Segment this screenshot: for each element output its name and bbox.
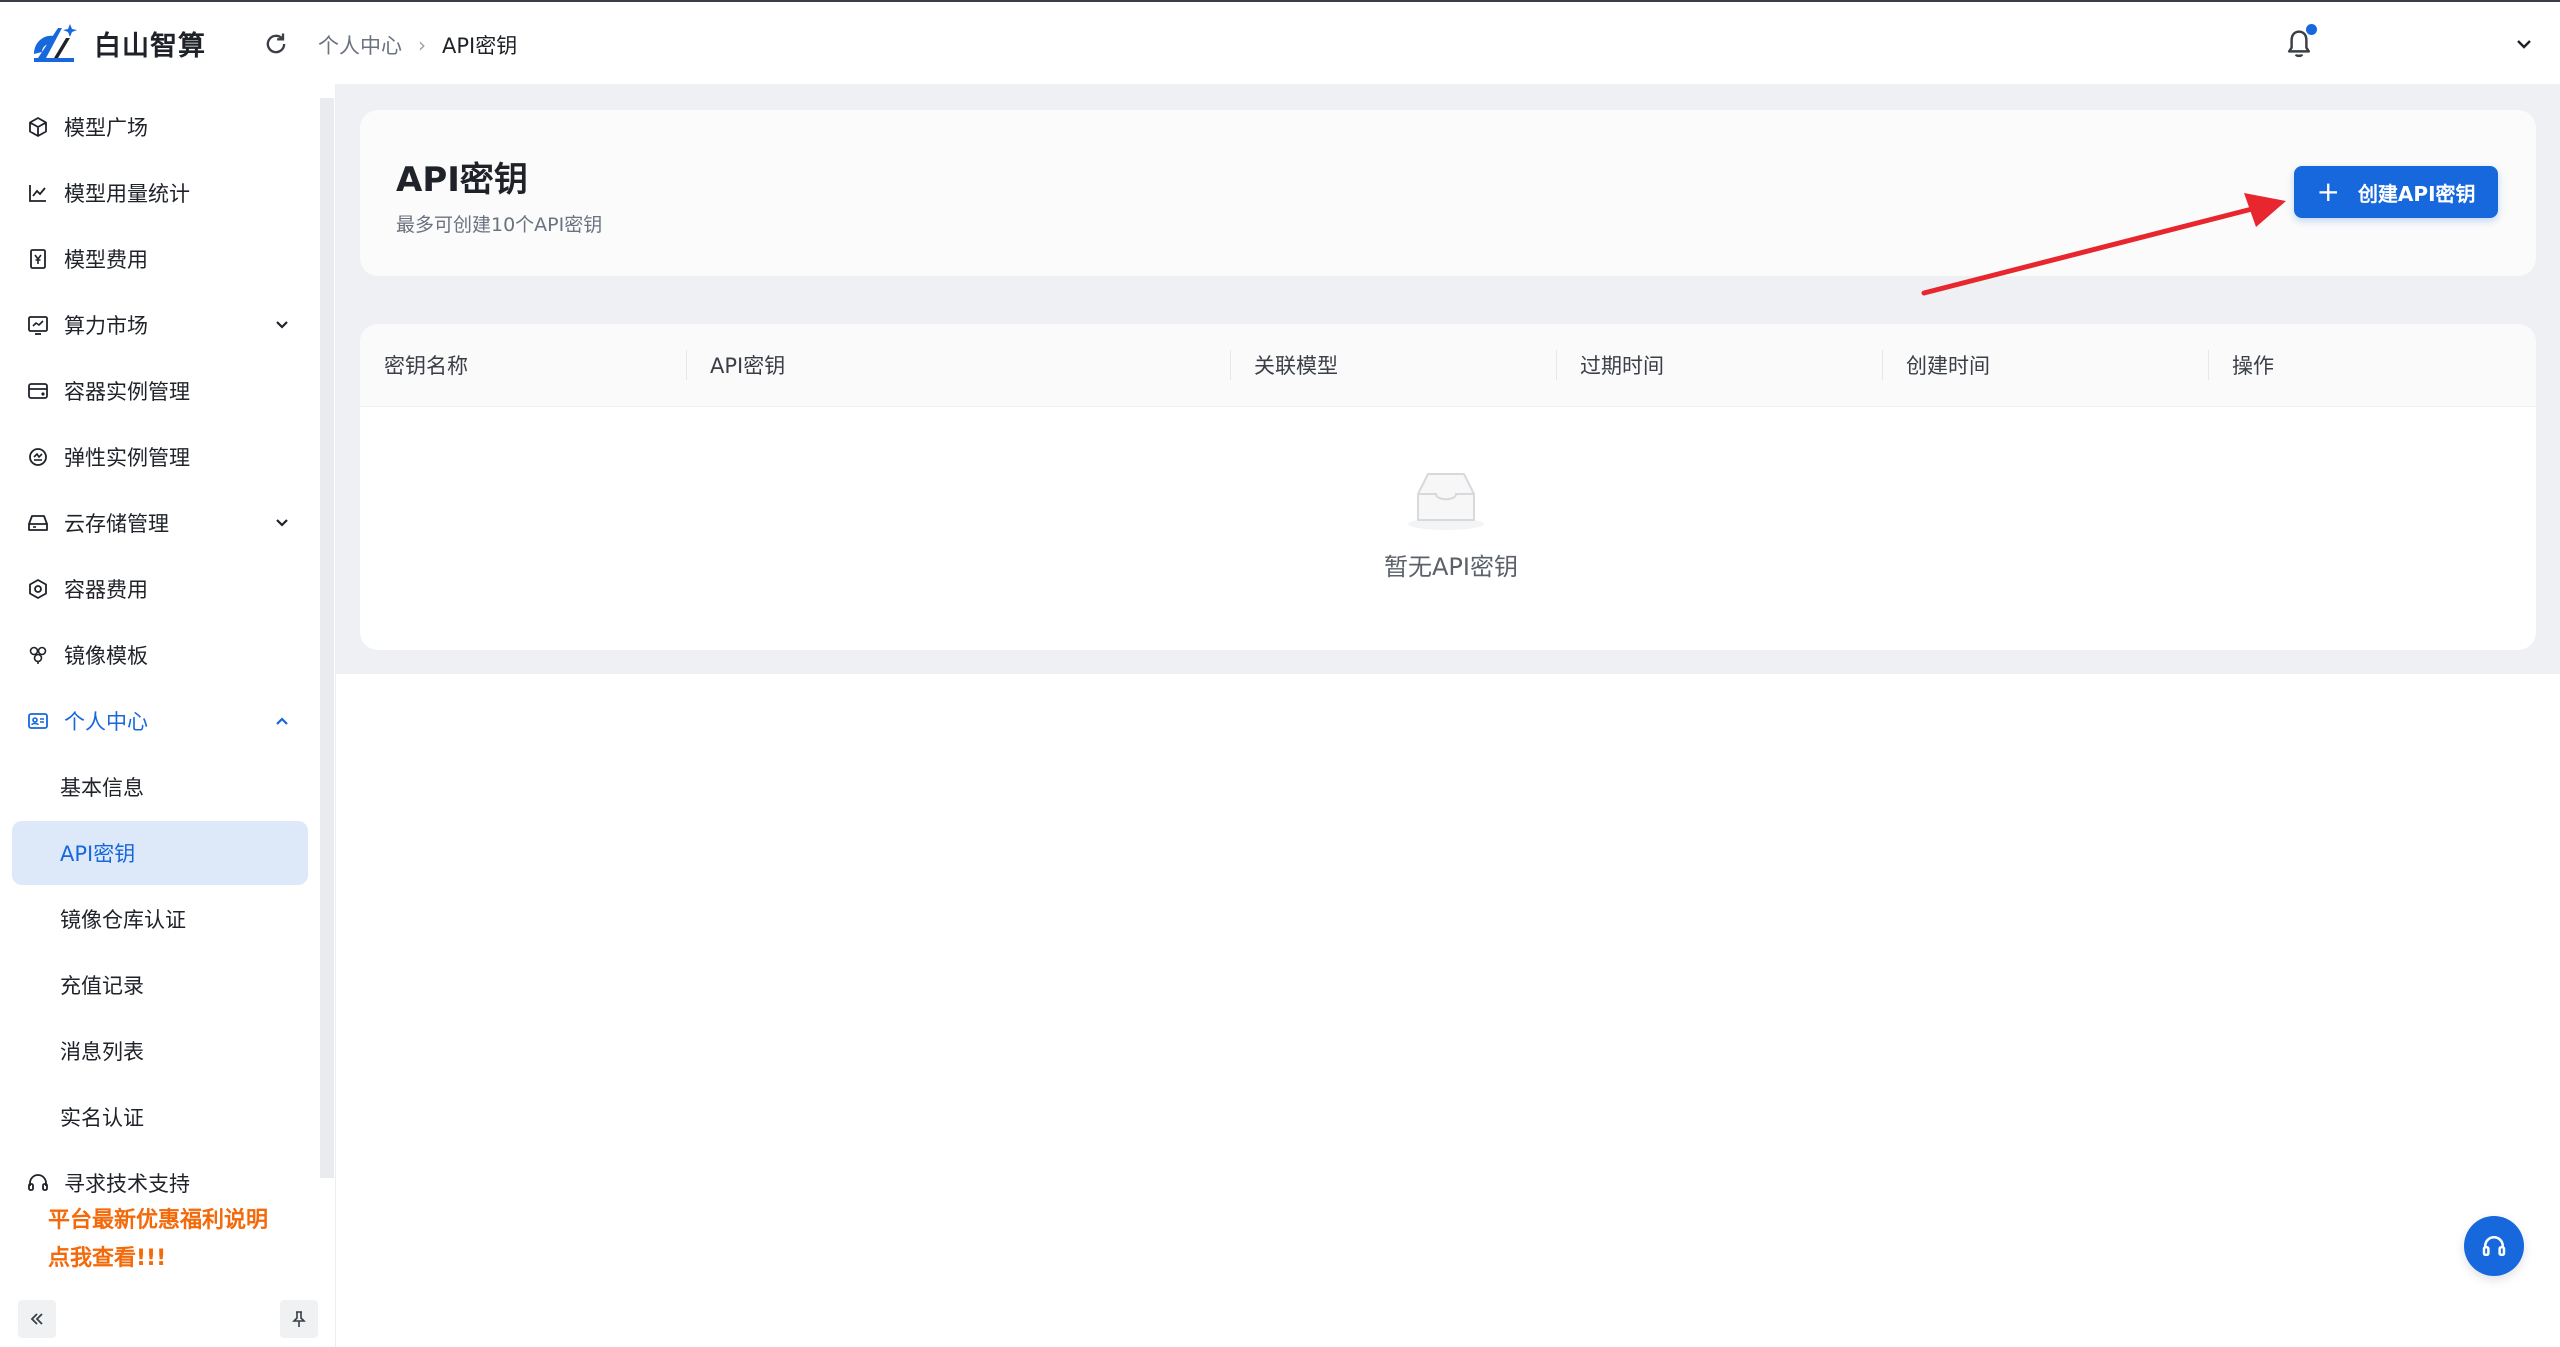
sidebar-item-label: 消息列表 — [60, 1040, 144, 1064]
sidebar-item-container-fee[interactable]: 容器费用 — [12, 557, 308, 621]
chevron-up-icon — [276, 717, 288, 725]
brand-logo-icon — [34, 24, 77, 62]
breadcrumb-parent[interactable]: 个人中心 — [318, 30, 402, 60]
sidebar-item-label: 算力市场 — [64, 314, 148, 338]
sidebar-item-messages[interactable]: 消息列表 — [12, 1019, 308, 1083]
sidebar-item-label: 模型广场 — [64, 116, 148, 140]
chevron-down-icon — [276, 519, 288, 527]
container-icon — [28, 383, 48, 399]
sidebar-item-registry-auth[interactable]: 镜像仓库认证 — [12, 887, 308, 951]
sidebar-item-image-templates[interactable]: 镜像模板 — [12, 623, 308, 687]
headset-icon — [28, 1174, 48, 1191]
plus-icon: + — [2316, 175, 2340, 208]
sidebar-item-recharge-records[interactable]: 充值记录 — [12, 953, 308, 1017]
column-header-created-time: 创建时间 — [1906, 354, 1990, 378]
page-title: API密钥 — [396, 160, 528, 200]
brand-logo[interactable]: 白山智算 — [28, 20, 206, 66]
sidebar-item-label: 镜像仓库认证 — [60, 908, 186, 932]
sidebar-scrollbar[interactable] — [320, 98, 334, 1178]
create-api-key-button[interactable]: + 创建API密钥 — [2294, 166, 2498, 218]
user-name-blurred[interactable] — [2380, 31, 2500, 55]
hexagon-gear-icon — [29, 579, 47, 599]
sidebar-item-label: 模型费用 — [64, 248, 148, 272]
sidebar-item-label: 基本信息 — [60, 776, 144, 800]
create-api-key-label: 创建API密钥 — [2357, 181, 2476, 206]
sidebar-item-label: 容器费用 — [64, 578, 148, 602]
sidebar: 模型广场 模型用量统计 模型费用 算力市场 容器实例管理 弹性实例管理 云存储管… — [0, 84, 336, 1347]
sidebar-item-label: API密钥 — [60, 842, 136, 866]
table-header: 密钥名称 API密钥 关联模型 过期时间 创建时间 操作 — [360, 324, 2536, 407]
empty-state-text: 暂无API密钥 — [1384, 553, 1518, 581]
promo-line-1: 平台最新优惠福利说明 — [48, 1208, 269, 1233]
headset-icon — [2482, 1236, 2506, 1256]
storage-drive-icon — [28, 515, 48, 531]
sidebar-item-label: 个人中心 — [64, 710, 148, 734]
breadcrumb-separator-icon: › — [418, 33, 426, 57]
sidebar-item-api-keys[interactable]: API密钥 — [12, 821, 308, 885]
sidebar-item-label: 镜像模板 — [64, 644, 148, 668]
sidebar-item-container-instances[interactable]: 容器实例管理 — [12, 359, 308, 423]
breadcrumb: 个人中心 › API密钥 — [318, 30, 517, 60]
collapse-sidebar-button[interactable] — [18, 1300, 56, 1338]
refresh-icon[interactable] — [262, 30, 290, 58]
sidebar-item-real-name-auth[interactable]: 实名认证 — [12, 1085, 308, 1149]
empty-inbox-icon — [1408, 473, 1484, 530]
id-card-icon — [28, 713, 48, 729]
sidebar-item-compute-market[interactable]: 算力市场 — [12, 293, 308, 357]
pin-sidebar-button[interactable] — [280, 1300, 318, 1338]
double-chevron-left-icon — [30, 1313, 43, 1325]
floating-support-button[interactable] — [2464, 1216, 2524, 1276]
sidebar-item-cloud-storage[interactable]: 云存储管理 — [12, 491, 308, 555]
sidebar-item-label: 弹性实例管理 — [64, 446, 190, 470]
sidebar-item-model-plaza[interactable]: 模型广场 — [12, 95, 308, 159]
pin-icon — [292, 1311, 306, 1327]
column-header-actions: 操作 — [2232, 354, 2274, 378]
sidebar-item-label: 容器实例管理 — [64, 380, 190, 404]
sidebar-item-basic-info[interactable]: 基本信息 — [12, 755, 308, 819]
column-header-api-key: API密钥 — [710, 354, 786, 378]
sidebar-item-model-usage[interactable]: 模型用量统计 — [12, 161, 308, 225]
notification-dot — [2306, 24, 2317, 35]
sidebar-item-label: 云存储管理 — [64, 512, 169, 536]
brand-name: 白山智算 — [94, 30, 206, 62]
annotation-arrow-icon — [1921, 193, 2286, 296]
sidebar-item-elastic-instances[interactable]: 弹性实例管理 — [12, 425, 308, 489]
monitor-chart-icon — [28, 316, 48, 335]
promo-line-2: 点我查看!!! — [48, 1246, 167, 1271]
yen-document-icon — [30, 249, 46, 269]
cube-icon — [29, 117, 47, 137]
sidebar-item-personal-center[interactable]: 个人中心 — [12, 689, 308, 753]
column-header-key-name: 密钥名称 — [384, 354, 468, 378]
promo-link[interactable]: 平台最新优惠福利说明 点我查看!!! — [48, 1202, 338, 1278]
sidebar-item-label: 实名认证 — [60, 1106, 144, 1130]
elastic-cycle-icon — [29, 448, 47, 466]
top-header: 白山智算 个人中心 › API密钥 — [0, 0, 2560, 84]
sidebar-item-label: 模型用量统计 — [64, 182, 190, 206]
page-subtitle: 最多可创建10个API密钥 — [396, 214, 603, 236]
line-chart-icon — [29, 185, 46, 202]
sidebar-item-label: 寻求技术支持 — [64, 1172, 190, 1196]
user-menu-chevron-down-icon[interactable] — [2514, 34, 2534, 54]
sidebar-item-label: 充值记录 — [60, 974, 144, 998]
column-header-expire-time: 过期时间 — [1580, 354, 1664, 378]
column-header-linked-model: 关联模型 — [1254, 354, 1338, 378]
chevron-down-icon — [276, 321, 288, 329]
breadcrumb-current: API密钥 — [442, 34, 518, 58]
template-cluster-icon — [29, 646, 47, 664]
sidebar-item-model-fee[interactable]: 模型费用 — [12, 227, 308, 291]
